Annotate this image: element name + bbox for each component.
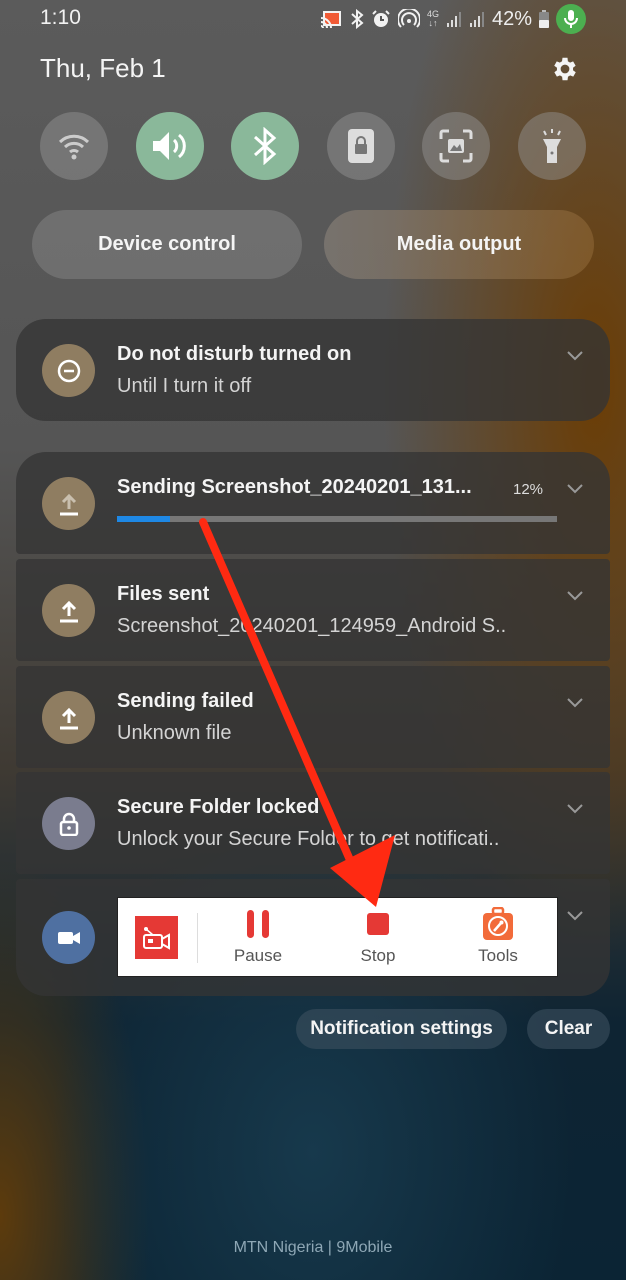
status-icons: 4G ↓↑ 42% <box>319 4 586 34</box>
notification-dnd[interactable]: Do not disturb turned on Until I turn it… <box>16 319 610 421</box>
notification-screen-recorder[interactable]: Pause Stop Tools <box>16 879 610 996</box>
status-time: 1:10 <box>40 6 81 29</box>
flashlight-icon <box>542 129 561 163</box>
mic-icon <box>564 10 578 28</box>
notification-files-sent[interactable]: Files sent Screenshot_20240201_124959_An… <box>16 559 610 661</box>
divider <box>197 913 198 963</box>
progress-fill <box>117 516 170 522</box>
wifi-icon <box>58 134 90 160</box>
flashlight-toggle[interactable] <box>517 112 586 180</box>
notification-sending-failed[interactable]: Sending failed Unknown file <box>16 666 610 768</box>
signal-icon <box>446 10 462 28</box>
battery-percent: 42% <box>491 7 532 30</box>
battery-icon <box>539 10 549 28</box>
notification-title: Files sent <box>117 583 210 605</box>
bluetooth-icon <box>350 9 364 29</box>
gear-icon <box>554 57 576 81</box>
chevron-down-icon[interactable] <box>566 910 584 922</box>
clear-button[interactable]: Clear <box>527 1009 610 1049</box>
date-label: Thu, Feb 1 <box>40 53 166 83</box>
bluetooth-icon <box>254 127 277 165</box>
upload-icon <box>42 477 95 530</box>
signal-icon-2 <box>469 10 485 28</box>
quick-settings-row <box>40 112 586 180</box>
notification-title: Secure Folder locked <box>117 796 320 818</box>
secure-folder-toggle[interactable] <box>326 112 395 180</box>
notification-settings-button[interactable]: Notification settings <box>296 1009 507 1049</box>
notification-subtitle: Until I turn it off <box>117 375 252 397</box>
secure-folder-icon <box>347 129 374 163</box>
wifi-toggle[interactable] <box>40 112 108 180</box>
upload-icon <box>42 584 95 637</box>
pause-button[interactable]: Pause <box>218 908 298 966</box>
volume-icon <box>152 132 186 160</box>
video-camera-icon <box>42 911 95 964</box>
stop-button[interactable]: Stop <box>338 908 418 966</box>
chevron-down-icon[interactable] <box>566 483 584 495</box>
mic-active-indicator <box>556 4 586 34</box>
chevron-down-icon[interactable] <box>566 697 584 709</box>
settings-button[interactable] <box>550 54 580 84</box>
notification-title: Sending failed <box>117 690 254 712</box>
carrier-label: MTN Nigeria | 9Mobile <box>233 1239 393 1256</box>
media-output-button[interactable]: Media output <box>324 210 594 279</box>
recorder-controls: Pause Stop Tools <box>117 897 558 977</box>
screen-capture-toggle[interactable] <box>422 112 491 180</box>
bluetooth-toggle[interactable] <box>231 112 300 180</box>
notification-subtitle: Screenshot_20240201_124959_Android S.. <box>117 615 507 637</box>
progress-percent: 12% <box>513 481 544 498</box>
hotspot-icon <box>397 9 420 29</box>
lock-icon <box>42 797 95 850</box>
notification-subtitle: Unknown file <box>117 722 232 744</box>
tools-icon <box>481 907 515 940</box>
sound-toggle[interactable] <box>135 112 204 180</box>
notification-title: Sending Screenshot_20240201_131... <box>117 476 472 498</box>
4g-icon: 4G ↓↑ <box>426 9 439 28</box>
chevron-down-icon[interactable] <box>566 803 584 815</box>
progress-bar <box>117 516 557 522</box>
upload-icon <box>42 691 95 744</box>
notification-title: Do not disturb turned on <box>117 343 352 365</box>
cast-icon <box>319 9 343 29</box>
chevron-down-icon[interactable] <box>566 350 584 362</box>
recorder-app-logo <box>135 916 178 959</box>
screen-capture-icon <box>439 129 473 163</box>
stop-icon <box>366 908 390 940</box>
chevron-down-icon[interactable] <box>566 590 584 602</box>
notification-secure-folder[interactable]: Secure Folder locked Unlock your Secure … <box>16 772 610 874</box>
device-control-button[interactable]: Device control <box>32 210 302 279</box>
tools-button[interactable]: Tools <box>458 907 538 966</box>
pause-icon <box>245 908 271 940</box>
notification-subtitle: Unlock your Secure Folder to get notific… <box>117 828 500 850</box>
dnd-icon <box>42 344 95 397</box>
notification-sending[interactable]: Sending Screenshot_20240201_131... 12% <box>16 452 610 554</box>
alarm-icon <box>371 9 391 29</box>
